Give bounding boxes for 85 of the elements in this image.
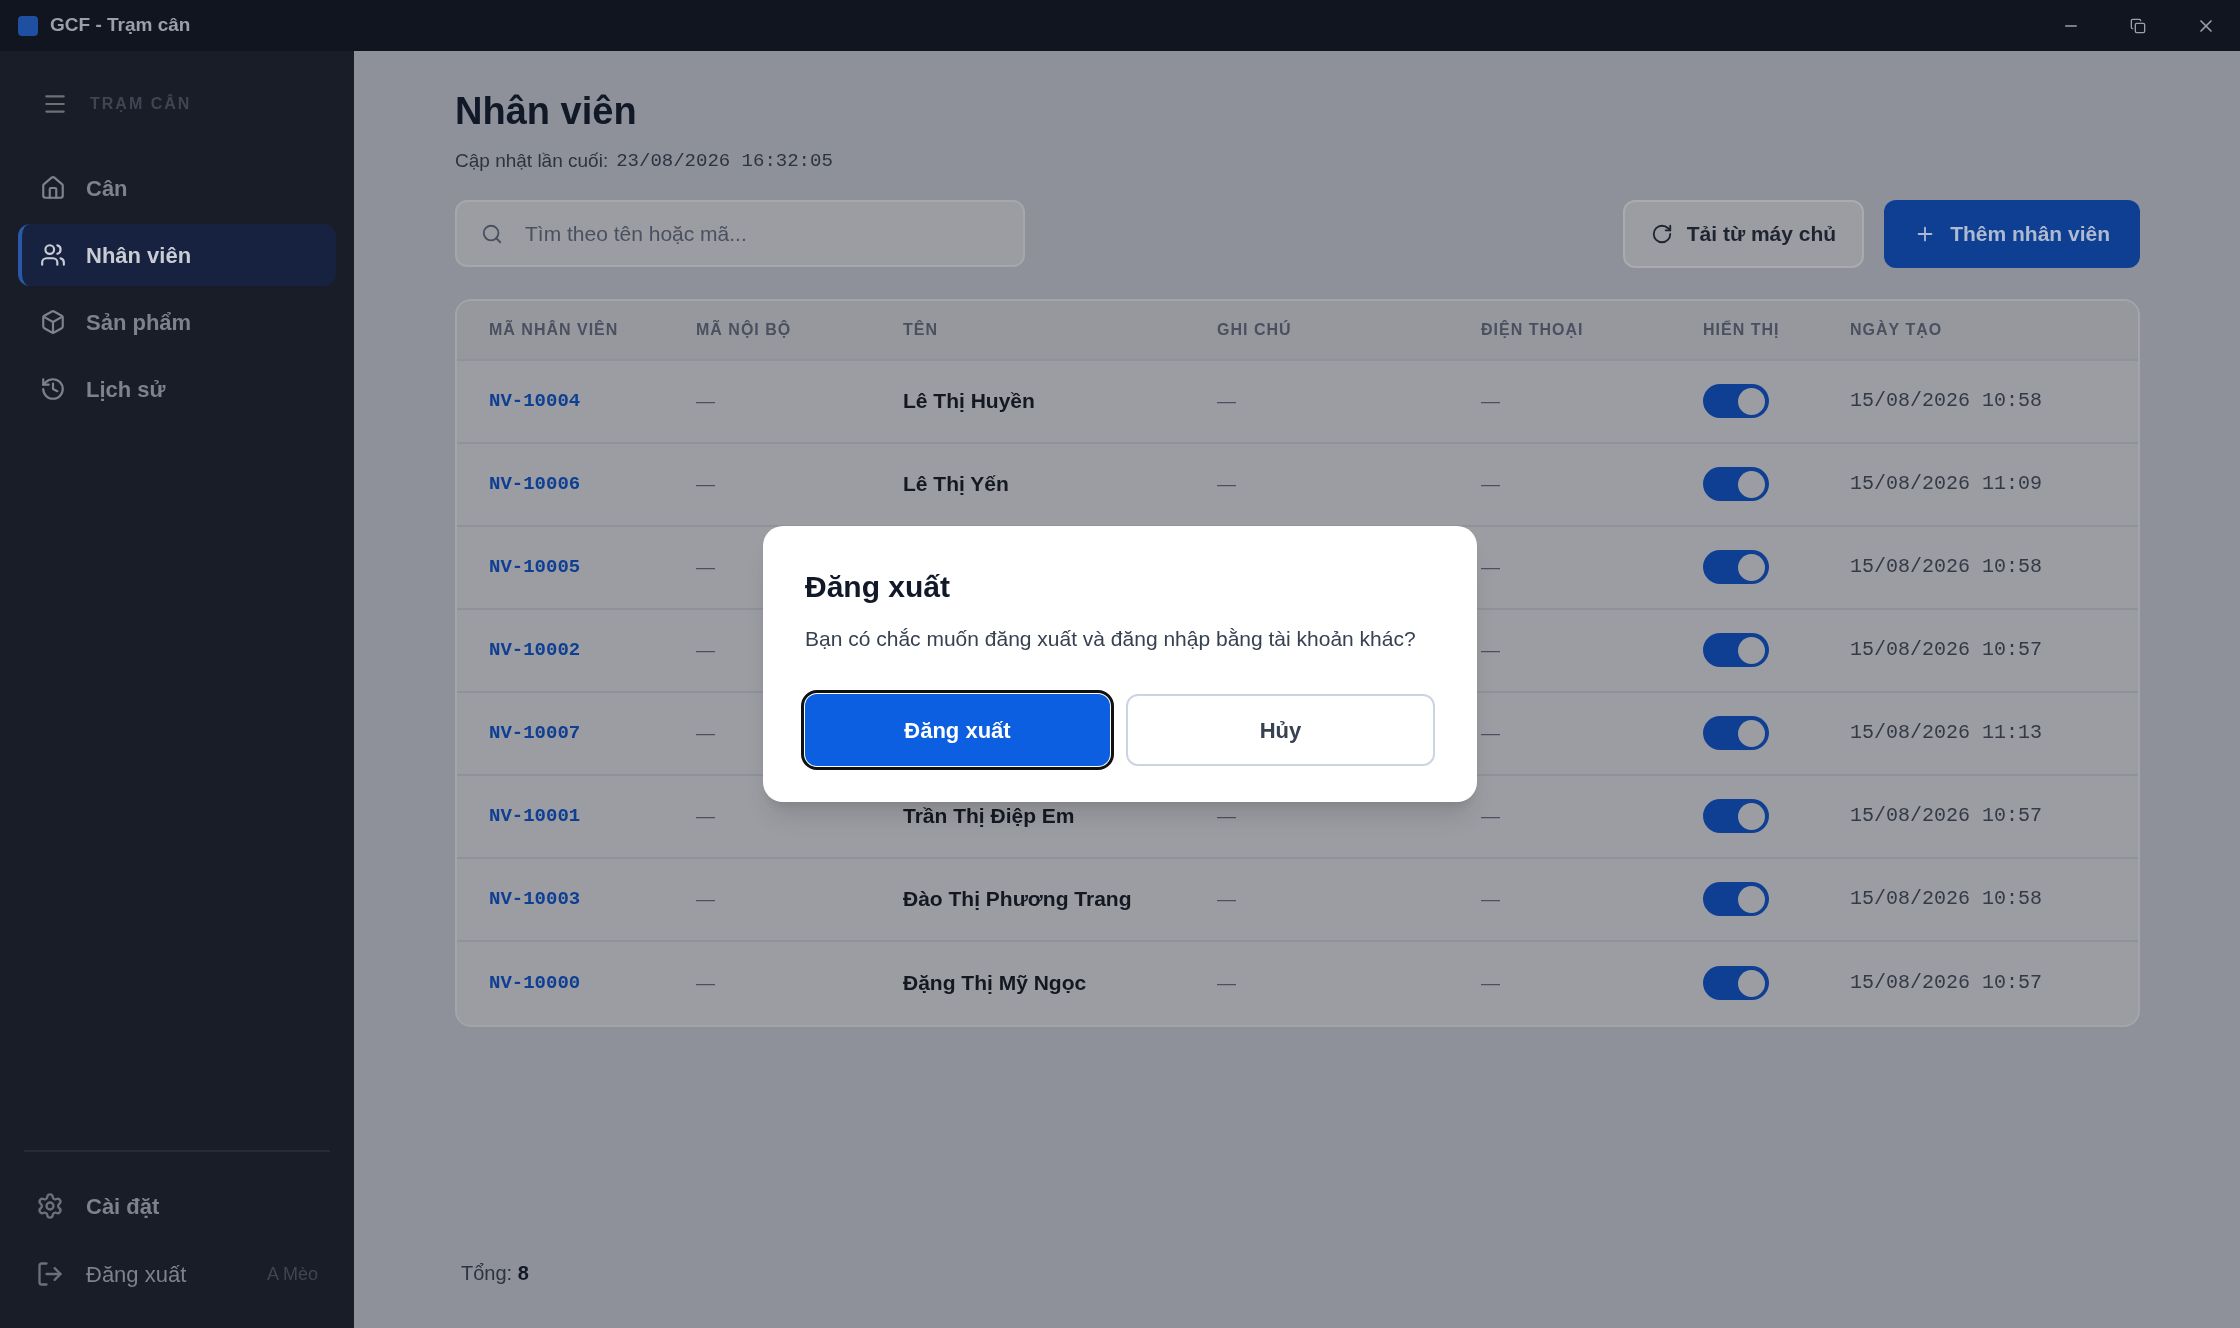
employee-code[interactable]: NV-10000 xyxy=(489,968,581,998)
created-date: 15/08/2026 10:57 xyxy=(1850,970,2043,996)
search-icon xyxy=(481,222,503,245)
created-date: 15/08/2026 10:57 xyxy=(1850,803,2043,829)
sidebar-item[interactable]: Nhân viên xyxy=(18,224,336,286)
employee-code[interactable]: NV-10005 xyxy=(489,552,581,582)
nav-icon xyxy=(40,376,66,402)
table-cell-text: — xyxy=(1217,886,1236,911)
column-header: MÃ NHÂN VIÊN xyxy=(489,319,619,340)
employee-code[interactable]: NV-10003 xyxy=(489,884,581,914)
table-cell-text: — xyxy=(1481,970,1500,995)
restore-icon[interactable] xyxy=(2130,17,2146,34)
column-header: ĐIỆN THOẠI xyxy=(1481,319,1584,340)
employee-name: Đào Thị Phương Trang xyxy=(903,886,1132,913)
nav-icon xyxy=(40,242,66,268)
add-button[interactable]: Thêm nhân viên xyxy=(1884,199,2140,268)
sidebar-item[interactable]: Sản phẩm xyxy=(18,291,336,353)
column-header: TÊN xyxy=(903,319,938,340)
app-icon xyxy=(18,15,38,36)
column-header: HIỂN THỊ xyxy=(1703,319,1780,340)
visibility-toggle[interactable] xyxy=(1703,966,1769,1000)
table-cell-text: — xyxy=(1481,886,1500,911)
created-date: 15/08/2026 10:58 xyxy=(1850,388,2043,414)
table-cell-text: — xyxy=(1481,554,1500,579)
window-title: GCF - Trạm cân xyxy=(50,13,191,38)
table-cell-text: — xyxy=(1217,970,1236,995)
employee-name: Lê Thị Huyền xyxy=(903,388,1035,415)
visibility-toggle[interactable] xyxy=(1703,799,1769,833)
search-field[interactable]: Tìm theo tên hoặc mã... xyxy=(455,200,1025,267)
settings-icon xyxy=(36,1192,64,1220)
table-cell-text: — xyxy=(1217,388,1236,413)
column-header: GHI CHÚ xyxy=(1217,319,1292,340)
reload-button[interactable]: Tải từ máy chủ xyxy=(1622,199,1865,268)
table-cell-text: — xyxy=(1481,720,1500,745)
visibility-toggle[interactable] xyxy=(1703,633,1769,667)
employee-name: Đặng Thị Mỹ Ngọc xyxy=(903,970,1087,997)
visibility-toggle[interactable] xyxy=(1703,384,1769,418)
created-date: 15/08/2026 11:13 xyxy=(1850,720,2043,746)
created-date: 15/08/2026 10:58 xyxy=(1850,554,2043,580)
refresh-icon xyxy=(1650,222,1673,245)
column-header: MÃ NỘI BỘ xyxy=(696,319,792,340)
dialog-message: Bạn có chắc muốn đăng xuất và đăng nhập bằng tài khoản khác? xyxy=(805,625,1417,652)
table-cell-text: — xyxy=(1481,471,1500,496)
table-cell-text: — xyxy=(1481,388,1500,413)
table-cell-text: — xyxy=(1481,637,1500,662)
table-cell-text: — xyxy=(696,637,715,662)
updated-label: Cập nhật lần cuối: xyxy=(455,149,609,173)
table-cell-text: — xyxy=(1217,803,1236,828)
visibility-toggle[interactable] xyxy=(1703,882,1769,916)
table-cell-text: — xyxy=(1217,471,1236,496)
nav-icon xyxy=(40,309,66,335)
employee-code[interactable]: NV-10002 xyxy=(489,635,581,665)
created-date: 15/08/2026 11:09 xyxy=(1850,471,2043,497)
employee-code[interactable]: NV-10001 xyxy=(489,801,581,831)
employee-name: Trần Thị Điệp Em xyxy=(903,803,1075,830)
table-cell-text: — xyxy=(696,720,715,745)
dialog-title: Đăng xuất xyxy=(805,568,952,605)
table-cell-text: — xyxy=(696,554,715,579)
table-cell-text: — xyxy=(696,471,715,496)
sidebar-link[interactable]: Đăng xuất xyxy=(86,1257,187,1291)
table-cell-text: — xyxy=(1481,803,1500,828)
total-count: Tổng: 8 xyxy=(461,1261,529,1286)
employee-code[interactable]: NV-10004 xyxy=(489,386,581,416)
updated-time: 23/08/2026 16:32:05 xyxy=(616,149,833,174)
search-input[interactable]: Tìm theo tên hoặc mã... xyxy=(525,217,1023,250)
sidebar-item[interactable]: Cân xyxy=(18,157,336,219)
sidebar-item[interactable]: Lịch sử xyxy=(18,358,336,420)
column-header: NGÀY TẠO xyxy=(1850,319,1943,340)
created-date: 15/08/2026 10:57 xyxy=(1850,637,2043,663)
employee-name: Lê Thị Yến xyxy=(903,471,1009,498)
logout-icon xyxy=(36,1260,64,1288)
nav-icon xyxy=(40,175,66,201)
visibility-toggle[interactable] xyxy=(1703,550,1769,584)
table-cell-text: — xyxy=(696,970,715,995)
employee-code[interactable]: NV-10007 xyxy=(489,718,581,748)
table-cell-text: — xyxy=(696,803,715,828)
visibility-toggle[interactable] xyxy=(1703,716,1769,750)
created-date: 15/08/2026 10:58 xyxy=(1850,886,2043,912)
table-cell-text: — xyxy=(696,886,715,911)
sidebar-link[interactable]: Cài đặt xyxy=(86,1189,160,1223)
employee-code[interactable]: NV-10006 xyxy=(489,469,581,499)
visibility-toggle[interactable] xyxy=(1703,467,1769,501)
cancel-button[interactable]: Hủy xyxy=(1126,694,1435,767)
table-cell-text: — xyxy=(696,388,715,413)
page-title: Nhân viên xyxy=(455,89,637,134)
